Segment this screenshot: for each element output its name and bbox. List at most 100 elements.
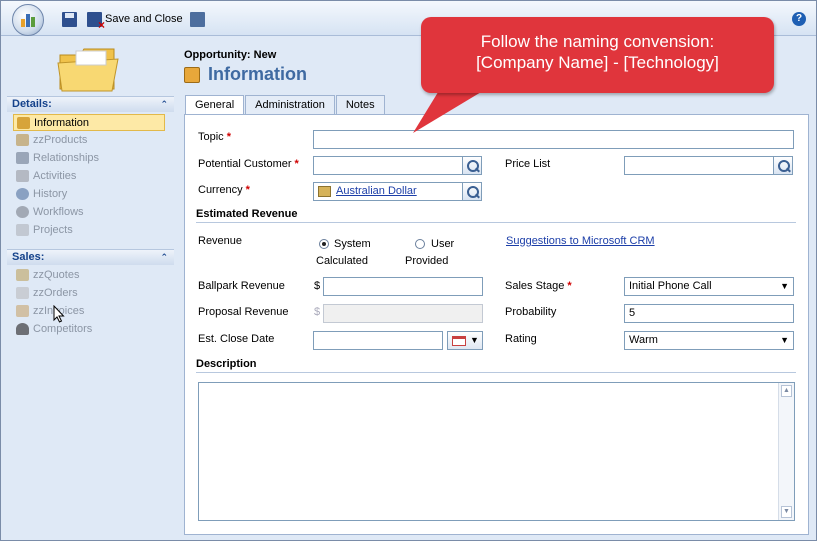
- radio-system-calculated[interactable]: [319, 239, 329, 249]
- price-list-lookup-icon[interactable]: [773, 156, 793, 175]
- chevron-down-icon: ▼: [780, 281, 789, 291]
- rating-value: Warm: [629, 334, 658, 346]
- tab-general[interactable]: General: [185, 95, 245, 116]
- page-title-text: Information: [208, 64, 307, 84]
- details-section-header[interactable]: Details: ⌃: [7, 96, 174, 112]
- nav-item-zzinvoices[interactable]: zzInvoices: [13, 303, 165, 320]
- save-button[interactable]: [62, 10, 77, 28]
- callout-line-1: Follow the naming convension:: [480, 32, 715, 51]
- suggestions-link[interactable]: Suggestions to Microsoft CRM: [506, 235, 655, 247]
- information-icon: [184, 66, 200, 83]
- nav-item-relationships[interactable]: Relationships: [13, 150, 165, 167]
- nav-item-zzorders[interactable]: zzOrders: [13, 285, 165, 302]
- chevron-down-icon: ▼: [470, 335, 479, 345]
- currency-label-text: Currency: [198, 184, 243, 196]
- nav-item-projects[interactable]: Projects: [13, 222, 165, 239]
- crm-logo[interactable]: [12, 4, 44, 36]
- potential-customer-lookup-icon[interactable]: [462, 156, 482, 175]
- nav-item-label: Workflows: [33, 206, 84, 218]
- tab-administration[interactable]: Administration: [245, 95, 335, 115]
- currency-symbol-disabled: $: [314, 306, 321, 318]
- info-icon: [17, 117, 30, 129]
- potential-customer-input[interactable]: [313, 156, 463, 175]
- price-list-input[interactable]: [624, 156, 774, 175]
- user-option-label: User: [431, 238, 455, 250]
- topic-label: Topic *: [198, 131, 231, 143]
- page-title: Information: [184, 64, 307, 85]
- nav-item-activities[interactable]: Activities: [13, 168, 165, 185]
- nav-item-zzproducts[interactable]: zzProducts: [13, 132, 165, 149]
- system-option-label: System: [334, 238, 371, 250]
- save-icon: [62, 11, 77, 27]
- people-icon: [16, 152, 29, 164]
- activity-icon: [16, 170, 29, 182]
- chevron-down-icon: ▼: [780, 335, 789, 345]
- description-section: Description: [196, 358, 796, 373]
- description-textarea[interactable]: ▲ ▼: [198, 382, 795, 521]
- save-close-icon: [87, 11, 105, 32]
- currency-input[interactable]: Australian Dollar: [313, 182, 463, 201]
- sales-stage-value: Initial Phone Call: [629, 280, 712, 292]
- description-scrollbar[interactable]: ▲ ▼: [778, 383, 794, 520]
- save-and-close-button[interactable]: Save and Close: [87, 10, 183, 32]
- probability-input[interactable]: 5: [624, 304, 794, 323]
- nav-item-label: zzProducts: [33, 134, 88, 146]
- required-marker: *: [294, 158, 299, 170]
- nav-item-label: Information: [34, 117, 90, 129]
- probability-label: Probability: [505, 306, 557, 318]
- topic-label-text: Topic: [198, 131, 224, 143]
- potential-customer-label: Potential Customer *: [198, 158, 299, 170]
- window: Save and Close ? Details: ⌃ Information …: [0, 0, 817, 541]
- estimated-revenue-section: Estimated Revenue: [196, 208, 796, 223]
- entity-label: Opportunity: New: [184, 49, 277, 61]
- ballpark-revenue-label: Ballpark Revenue: [198, 280, 285, 292]
- sales-stage-label-text: Sales Stage: [505, 280, 565, 292]
- nav-item-workflows[interactable]: Workflows: [13, 204, 165, 221]
- tab-notes[interactable]: Notes: [335, 95, 385, 115]
- nav-item-information[interactable]: Information: [13, 114, 165, 131]
- nav-item-history[interactable]: History: [13, 186, 165, 203]
- sales-stage-label: Sales Stage *: [505, 280, 572, 292]
- radio-user-provided[interactable]: [415, 239, 425, 249]
- document-icon: [16, 224, 29, 236]
- gear-icon: [16, 206, 29, 218]
- currency-lookup-icon[interactable]: [462, 182, 482, 201]
- scroll-down-icon[interactable]: ▼: [781, 506, 792, 518]
- clock-icon: [16, 188, 29, 200]
- est-close-date-input[interactable]: [313, 331, 443, 350]
- provided-option-label: Provided: [405, 255, 449, 267]
- topic-input[interactable]: [313, 130, 794, 149]
- print-button[interactable]: [190, 10, 205, 28]
- rating-label: Rating: [505, 333, 537, 345]
- scroll-up-icon[interactable]: ▲: [781, 385, 792, 397]
- ballpark-revenue-input[interactable]: [323, 277, 483, 296]
- box-icon: [16, 134, 29, 146]
- calendar-icon: [452, 336, 466, 346]
- nav-item-zzquotes[interactable]: zzQuotes: [13, 267, 165, 284]
- help-icon[interactable]: ?: [792, 12, 806, 26]
- details-header-label: Details:: [12, 98, 52, 110]
- price-list-label: Price List: [505, 158, 551, 170]
- general-form: Topic * Potential Customer * Price List Cu…: [184, 114, 809, 535]
- sales-section-header[interactable]: Sales: ⌃: [7, 249, 174, 265]
- callout-annotation: Follow the naming convension: [Company N…: [421, 17, 774, 93]
- invoice-icon: [16, 305, 29, 317]
- nav-item-label: zzQuotes: [33, 269, 80, 281]
- order-icon: [16, 287, 29, 299]
- sales-stage-select[interactable]: Initial Phone Call ▼: [624, 277, 794, 296]
- nav-item-competitors[interactable]: Competitors: [13, 321, 165, 338]
- collapse-sales-icon[interactable]: ⌃: [160, 250, 168, 265]
- currency-link[interactable]: Australian Dollar: [336, 185, 417, 197]
- mouse-cursor-icon: [53, 305, 65, 323]
- collapse-details-icon[interactable]: ⌃: [160, 97, 168, 112]
- nav-item-label: Projects: [33, 224, 73, 236]
- rating-select[interactable]: Warm ▼: [624, 331, 794, 350]
- currency-label: Currency *: [198, 184, 250, 196]
- left-navigation: Details: ⌃ Information zzProducts Relati…: [4, 37, 174, 539]
- nav-item-label: History: [33, 188, 68, 200]
- competitor-icon: [16, 323, 29, 335]
- calculated-option-label: Calculated: [316, 255, 368, 267]
- revenue-label: Revenue: [198, 235, 243, 247]
- currency-icon: [318, 186, 331, 197]
- calendar-button[interactable]: ▼: [447, 331, 483, 350]
